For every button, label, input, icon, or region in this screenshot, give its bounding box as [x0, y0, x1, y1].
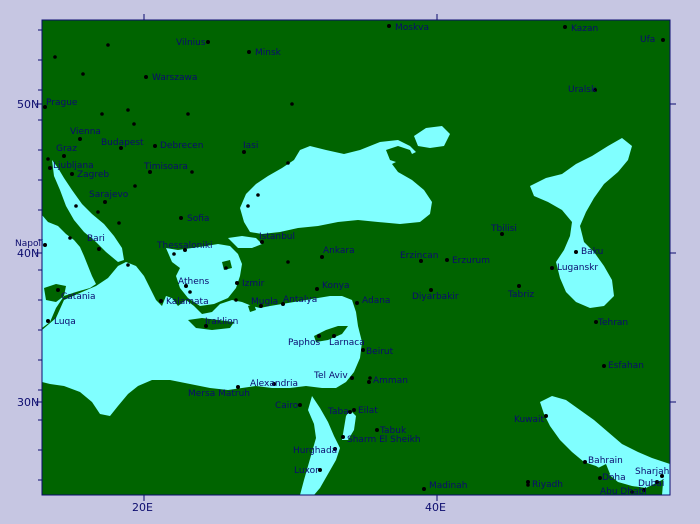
svg-text:Iraklion: Iraklion: [205, 317, 238, 327]
svg-text:Doha: Doha: [602, 473, 626, 483]
svg-text:Kazan: Kazan: [571, 24, 598, 34]
lat-label-50n: 50N: [17, 98, 39, 111]
city-erzurum[interactable]: Erzurum: [445, 256, 490, 266]
city-bahrain[interactable]: Bahrain: [583, 456, 623, 466]
city-beirut[interactable]: Beirut: [361, 347, 394, 357]
city-vilnius[interactable]: Vilnius: [176, 38, 210, 48]
svg-text:Alexandria: Alexandria: [250, 379, 298, 389]
svg-text:Mersa Matruh: Mersa Matruh: [188, 389, 250, 399]
city-napoli[interactable]: Napoli: [15, 239, 47, 249]
svg-text:Ufa: Ufa: [640, 35, 655, 45]
svg-text:Sarajevo: Sarajevo: [89, 190, 129, 200]
svg-text:Napoli: Napoli: [15, 239, 43, 249]
svg-text:Luxor: Luxor: [294, 466, 319, 476]
city-sharm-el-sheikh[interactable]: Sharm El Sheikh: [341, 435, 421, 445]
city-sharjah[interactable]: Sharjah: [635, 467, 669, 478]
svg-text:Taba: Taba: [327, 407, 349, 417]
city-taba[interactable]: Taba: [327, 407, 352, 417]
svg-text:Amman: Amman: [373, 376, 408, 386]
svg-text:Sharm El Sheikh: Sharm El Sheikh: [347, 435, 421, 445]
svg-text:Erzincan: Erzincan: [400, 251, 438, 261]
svg-text:Beirut: Beirut: [366, 347, 394, 357]
svg-text:Tel Aviv: Tel Aviv: [313, 371, 348, 381]
svg-text:Sharjah: Sharjah: [635, 467, 669, 477]
svg-text:Hurghada: Hurghada: [293, 446, 337, 456]
city-debrecen[interactable]: Debrecen: [153, 141, 203, 151]
svg-text:Ankara: Ankara: [323, 246, 355, 256]
city-esfahan[interactable]: Esfahan: [602, 361, 644, 371]
svg-text:Tehran: Tehran: [597, 318, 628, 328]
svg-text:Istanbul: Istanbul: [259, 232, 295, 242]
city-iraklion[interactable]: Iraklion: [204, 317, 238, 328]
map-canvas[interactable]: 50N 40N 30N 20E 40E Moskva Kazan Ufa Vil…: [0, 0, 700, 520]
svg-text:Bahrain: Bahrain: [588, 456, 623, 466]
svg-text:Timisoara: Timisoara: [143, 162, 188, 172]
svg-text:Vilnius: Vilnius: [176, 38, 206, 48]
city-mugla[interactable]: Mugla: [251, 297, 278, 308]
city-riyadh[interactable]: Riyadh: [526, 480, 563, 490]
city-amman[interactable]: Amman: [367, 376, 408, 386]
city-hurghada[interactable]: Hurghada: [293, 446, 337, 456]
city-uralsk[interactable]: Uralsk: [568, 85, 597, 95]
lat-label-30n: 30N: [17, 396, 39, 409]
svg-text:Luqa: Luqa: [54, 317, 76, 327]
svg-text:Iasi: Iasi: [243, 141, 258, 151]
svg-text:Paphos: Paphos: [288, 338, 320, 348]
svg-text:Izmir: Izmir: [242, 279, 265, 289]
svg-text:Debrecen: Debrecen: [160, 141, 203, 151]
svg-text:Athens: Athens: [178, 277, 209, 287]
svg-text:Budapest: Budapest: [101, 138, 144, 148]
svg-text:Kalamata: Kalamata: [166, 297, 209, 307]
svg-text:Luganskr: Luganskr: [557, 263, 598, 273]
city-abu-dhabi[interactable]: Abu Dhabi: [600, 487, 647, 497]
svg-text:Bari: Bari: [87, 234, 105, 244]
svg-text:Graz: Graz: [56, 144, 77, 154]
svg-text:Riyadh: Riyadh: [532, 480, 563, 490]
svg-text:Abu Dhabi: Abu Dhabi: [600, 487, 647, 497]
city-kuwait[interactable]: Kuwait: [514, 414, 548, 425]
map-view[interactable]: 50N 40N 30N 20E 40E Moskva Kazan Ufa Vil…: [0, 0, 700, 520]
city-athens[interactable]: Athens: [178, 277, 209, 288]
city-warszawa[interactable]: Warszawa: [144, 73, 197, 83]
svg-text:Baku: Baku: [581, 247, 603, 257]
svg-text:Vienna: Vienna: [70, 127, 101, 137]
city-luxor[interactable]: Luxor: [294, 466, 322, 476]
city-madinah[interactable]: Madinah: [422, 481, 467, 491]
svg-text:Erzurum: Erzurum: [452, 256, 490, 266]
city-prague[interactable]: Prague: [43, 98, 78, 109]
svg-text:Kuwait: Kuwait: [514, 415, 545, 425]
svg-text:Antalya: Antalya: [283, 295, 317, 305]
svg-text:Thessaloniki: Thessaloniki: [156, 241, 213, 251]
svg-text:Cairo: Cairo: [275, 401, 299, 411]
svg-text:Warszawa: Warszawa: [152, 73, 197, 83]
city-antalya[interactable]: Antalya: [281, 295, 317, 306]
city-tehran[interactable]: Tehran: [594, 318, 628, 328]
svg-text:Catania: Catania: [61, 292, 96, 302]
svg-text:Zagreb: Zagreb: [77, 170, 109, 180]
svg-text:Madinah: Madinah: [429, 481, 467, 491]
svg-text:Minsk: Minsk: [255, 48, 282, 58]
city-thessaloniki[interactable]: Thessaloniki: [156, 241, 213, 252]
svg-text:Tabriz: Tabriz: [507, 290, 534, 300]
svg-text:Moskva: Moskva: [395, 23, 429, 33]
city-doha[interactable]: Doha: [598, 473, 626, 483]
svg-text:Konya: Konya: [322, 281, 350, 291]
svg-text:Sofia: Sofia: [187, 214, 209, 224]
city-kalamata[interactable]: Kalamata: [159, 297, 209, 307]
lon-label-40e: 40E: [425, 501, 446, 514]
svg-text:Diyarbakir: Diyarbakir: [412, 292, 459, 302]
city-cairo[interactable]: Cairo: [275, 401, 302, 411]
svg-text:Prague: Prague: [46, 98, 78, 108]
svg-text:Larnaca: Larnaca: [329, 338, 365, 348]
svg-text:Mugla: Mugla: [251, 297, 278, 307]
svg-text:Eilat: Eilat: [358, 406, 378, 416]
svg-text:Tbilisi: Tbilisi: [490, 224, 517, 234]
svg-text:Uralsk: Uralsk: [568, 85, 597, 95]
svg-text:Esfahan: Esfahan: [608, 361, 644, 371]
lon-label-20e: 20E: [132, 501, 153, 514]
city-luganskr[interactable]: Luganskr: [550, 263, 598, 273]
svg-text:Adana: Adana: [362, 296, 390, 306]
city-alexandria[interactable]: Alexandria: [250, 379, 298, 389]
